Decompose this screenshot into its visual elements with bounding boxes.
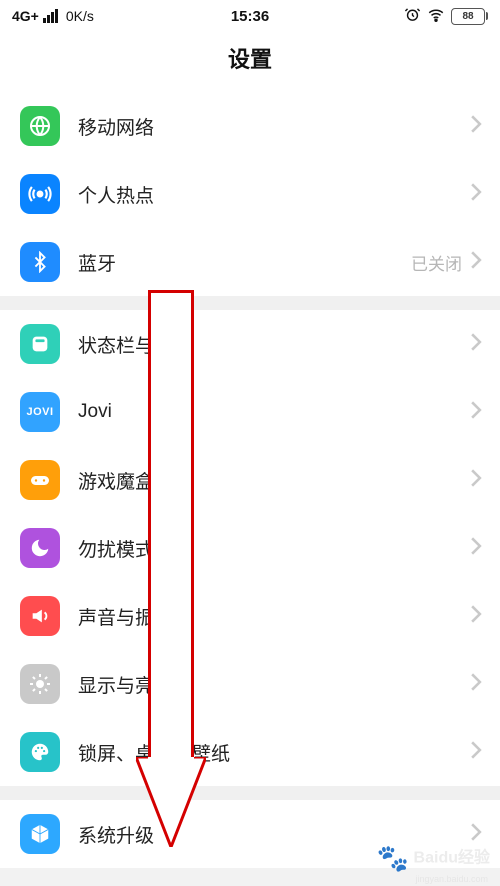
chevron-right-icon: [470, 673, 482, 696]
row-dnd[interactable]: 勿扰模式: [0, 514, 500, 582]
brightness-icon: [20, 664, 60, 704]
chevron-right-icon: [470, 401, 482, 424]
jovi-icon: JOVI: [20, 392, 60, 432]
chevron-right-icon: [470, 605, 482, 628]
chevron-right-icon: [470, 333, 482, 356]
row-game-box[interactable]: 游戏魔盒: [0, 446, 500, 514]
group-gap: [0, 296, 500, 310]
battery-icon: 88: [451, 8, 488, 25]
row-jovi[interactable]: JOVI Jovi: [0, 378, 500, 446]
bluetooth-icon: [20, 242, 60, 282]
row-bluetooth[interactable]: 蓝牙 已关闭: [0, 228, 500, 296]
row-hotspot[interactable]: 个人热点: [0, 160, 500, 228]
row-label: 状态栏与通知: [78, 331, 470, 358]
row-lockscreen-wallpaper[interactable]: 锁屏、桌面与壁纸: [0, 718, 500, 786]
moon-icon: [20, 528, 60, 568]
chevron-right-icon: [470, 469, 482, 492]
palette-icon: [20, 732, 60, 772]
gamepad-icon: [20, 460, 60, 500]
hotspot-icon: [20, 174, 60, 214]
row-label: 移动网络: [78, 113, 470, 140]
settings-screen: 4G+ 0K/s 15:36 88 设置 移动网络: [0, 0, 500, 886]
row-label: 游戏魔盒: [78, 467, 470, 494]
chevron-right-icon: [470, 251, 482, 274]
row-value: 已关闭: [411, 250, 462, 275]
row-display[interactable]: 显示与亮度: [0, 650, 500, 718]
watermark-text: Baidu经验: [414, 850, 490, 867]
group-gap: [0, 786, 500, 800]
row-label: 勿扰模式: [78, 535, 470, 562]
speaker-icon: [20, 596, 60, 636]
row-label: 蓝牙: [78, 249, 411, 276]
globe-icon: [20, 106, 60, 146]
watermark: 🐾 Baidu经验: [377, 843, 490, 874]
battery-percent: 88: [462, 11, 473, 22]
settings-group-network: 移动网络 个人热点 蓝牙 已关闭: [0, 92, 500, 296]
clock: 15:36: [0, 8, 500, 25]
paw-icon: 🐾: [377, 843, 409, 873]
chevron-right-icon: [470, 537, 482, 560]
status-bar: 4G+ 0K/s 15:36 88: [0, 0, 500, 28]
cube-icon: [20, 814, 60, 854]
row-label: 声音与振动: [78, 603, 470, 630]
row-label: Jovi: [78, 401, 470, 423]
notification-icon: [20, 324, 60, 364]
row-label: 锁屏、桌面与壁纸: [78, 739, 470, 766]
watermark-url: jingyan.baidu.com: [415, 874, 488, 884]
row-label: 个人热点: [78, 181, 470, 208]
page-title: 设置: [0, 28, 500, 92]
chevron-right-icon: [470, 183, 482, 206]
row-statusbar-notify[interactable]: 状态栏与通知: [0, 310, 500, 378]
row-sound[interactable]: 声音与振动: [0, 582, 500, 650]
row-label: 显示与亮度: [78, 671, 470, 698]
settings-group-display: 状态栏与通知 JOVI Jovi 游戏魔盒 勿扰模式 声音与振动: [0, 310, 500, 786]
chevron-right-icon: [470, 115, 482, 138]
chevron-right-icon: [470, 741, 482, 764]
row-mobile-network[interactable]: 移动网络: [0, 92, 500, 160]
